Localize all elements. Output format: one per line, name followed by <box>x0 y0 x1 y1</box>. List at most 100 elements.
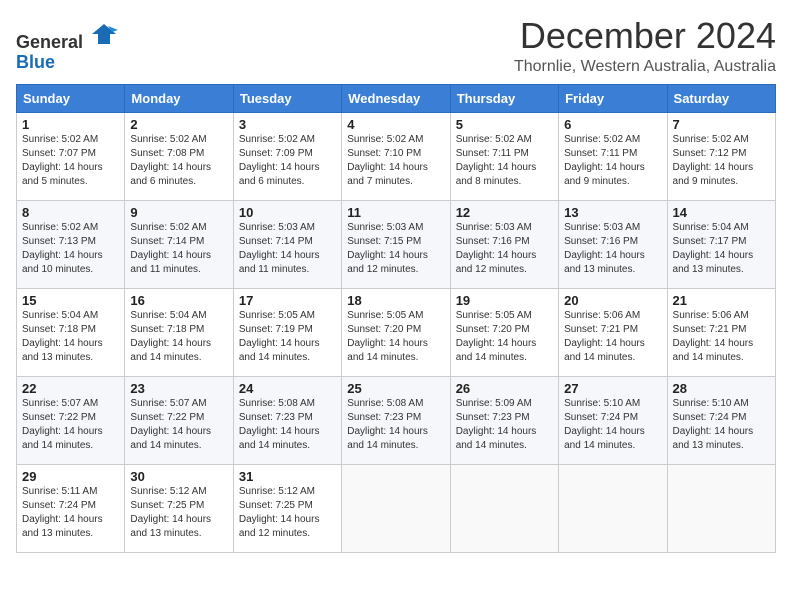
day-number: 9 <box>130 205 227 220</box>
day-number: 19 <box>456 293 553 308</box>
col-header-sunday: Sunday <box>17 84 125 112</box>
day-number: 11 <box>347 205 444 220</box>
day-info: Sunrise: 5:02 AMSunset: 7:07 PMDaylight:… <box>22 134 103 187</box>
calendar-cell <box>667 464 775 552</box>
day-info: Sunrise: 5:10 AMSunset: 7:24 PMDaylight:… <box>673 398 754 451</box>
day-info: Sunrise: 5:03 AMSunset: 7:16 PMDaylight:… <box>564 222 645 275</box>
calendar-cell: 18 Sunrise: 5:05 AMSunset: 7:20 PMDaylig… <box>342 288 450 376</box>
calendar-cell: 23 Sunrise: 5:07 AMSunset: 7:22 PMDaylig… <box>125 376 233 464</box>
day-number: 14 <box>673 205 770 220</box>
col-header-tuesday: Tuesday <box>233 84 341 112</box>
calendar-cell <box>450 464 558 552</box>
location-title: Thornlie, Western Australia, Australia <box>514 58 776 76</box>
day-info: Sunrise: 5:02 AMSunset: 7:14 PMDaylight:… <box>130 222 211 275</box>
calendar-cell: 20 Sunrise: 5:06 AMSunset: 7:21 PMDaylig… <box>559 288 667 376</box>
logo-blue: Blue <box>16 52 55 72</box>
day-info: Sunrise: 5:03 AMSunset: 7:14 PMDaylight:… <box>239 222 320 275</box>
day-number: 28 <box>673 381 770 396</box>
calendar-week-row: 8 Sunrise: 5:02 AMSunset: 7:13 PMDayligh… <box>17 200 776 288</box>
calendar-cell: 11 Sunrise: 5:03 AMSunset: 7:15 PMDaylig… <box>342 200 450 288</box>
month-title: December 2024 <box>514 16 776 56</box>
day-number: 22 <box>22 381 119 396</box>
day-number: 17 <box>239 293 336 308</box>
day-info: Sunrise: 5:08 AMSunset: 7:23 PMDaylight:… <box>347 398 428 451</box>
day-info: Sunrise: 5:04 AMSunset: 7:18 PMDaylight:… <box>22 310 103 363</box>
col-header-monday: Monday <box>125 84 233 112</box>
calendar-cell: 31 Sunrise: 5:12 AMSunset: 7:25 PMDaylig… <box>233 464 341 552</box>
day-number: 23 <box>130 381 227 396</box>
day-number: 6 <box>564 117 661 132</box>
calendar-cell: 16 Sunrise: 5:04 AMSunset: 7:18 PMDaylig… <box>125 288 233 376</box>
day-info: Sunrise: 5:10 AMSunset: 7:24 PMDaylight:… <box>564 398 645 451</box>
logo-text: General Blue <box>16 20 118 73</box>
day-number: 25 <box>347 381 444 396</box>
day-number: 20 <box>564 293 661 308</box>
calendar-table: SundayMondayTuesdayWednesdayThursdayFrid… <box>16 84 776 553</box>
day-info: Sunrise: 5:02 AMSunset: 7:08 PMDaylight:… <box>130 134 211 187</box>
calendar-cell: 9 Sunrise: 5:02 AMSunset: 7:14 PMDayligh… <box>125 200 233 288</box>
logo-general: General <box>16 32 83 52</box>
day-number: 29 <box>22 469 119 484</box>
day-info: Sunrise: 5:11 AMSunset: 7:24 PMDaylight:… <box>22 486 103 539</box>
calendar-cell: 15 Sunrise: 5:04 AMSunset: 7:18 PMDaylig… <box>17 288 125 376</box>
day-info: Sunrise: 5:03 AMSunset: 7:15 PMDaylight:… <box>347 222 428 275</box>
calendar-week-row: 29 Sunrise: 5:11 AMSunset: 7:24 PMDaylig… <box>17 464 776 552</box>
calendar-cell: 25 Sunrise: 5:08 AMSunset: 7:23 PMDaylig… <box>342 376 450 464</box>
calendar-cell <box>342 464 450 552</box>
calendar-cell <box>559 464 667 552</box>
calendar-week-row: 22 Sunrise: 5:07 AMSunset: 7:22 PMDaylig… <box>17 376 776 464</box>
day-info: Sunrise: 5:07 AMSunset: 7:22 PMDaylight:… <box>22 398 103 451</box>
day-number: 15 <box>22 293 119 308</box>
day-number: 18 <box>347 293 444 308</box>
day-info: Sunrise: 5:09 AMSunset: 7:23 PMDaylight:… <box>456 398 537 451</box>
calendar-cell: 3 Sunrise: 5:02 AMSunset: 7:09 PMDayligh… <box>233 112 341 200</box>
calendar-cell: 19 Sunrise: 5:05 AMSunset: 7:20 PMDaylig… <box>450 288 558 376</box>
calendar-cell: 6 Sunrise: 5:02 AMSunset: 7:11 PMDayligh… <box>559 112 667 200</box>
calendar-cell: 22 Sunrise: 5:07 AMSunset: 7:22 PMDaylig… <box>17 376 125 464</box>
header: General Blue December 2024 Thornlie, Wes… <box>16 16 776 76</box>
day-info: Sunrise: 5:08 AMSunset: 7:23 PMDaylight:… <box>239 398 320 451</box>
day-number: 7 <box>673 117 770 132</box>
calendar-cell: 5 Sunrise: 5:02 AMSunset: 7:11 PMDayligh… <box>450 112 558 200</box>
day-number: 21 <box>673 293 770 308</box>
day-info: Sunrise: 5:02 AMSunset: 7:11 PMDaylight:… <box>456 134 537 187</box>
day-info: Sunrise: 5:02 AMSunset: 7:13 PMDaylight:… <box>22 222 103 275</box>
calendar-cell: 17 Sunrise: 5:05 AMSunset: 7:19 PMDaylig… <box>233 288 341 376</box>
calendar-cell: 26 Sunrise: 5:09 AMSunset: 7:23 PMDaylig… <box>450 376 558 464</box>
calendar-cell: 30 Sunrise: 5:12 AMSunset: 7:25 PMDaylig… <box>125 464 233 552</box>
day-info: Sunrise: 5:06 AMSunset: 7:21 PMDaylight:… <box>564 310 645 363</box>
day-number: 3 <box>239 117 336 132</box>
calendar-cell: 12 Sunrise: 5:03 AMSunset: 7:16 PMDaylig… <box>450 200 558 288</box>
calendar-cell: 4 Sunrise: 5:02 AMSunset: 7:10 PMDayligh… <box>342 112 450 200</box>
day-info: Sunrise: 5:04 AMSunset: 7:18 PMDaylight:… <box>130 310 211 363</box>
day-info: Sunrise: 5:12 AMSunset: 7:25 PMDaylight:… <box>239 486 320 539</box>
day-info: Sunrise: 5:02 AMSunset: 7:12 PMDaylight:… <box>673 134 754 187</box>
calendar-cell: 29 Sunrise: 5:11 AMSunset: 7:24 PMDaylig… <box>17 464 125 552</box>
day-info: Sunrise: 5:05 AMSunset: 7:19 PMDaylight:… <box>239 310 320 363</box>
day-info: Sunrise: 5:02 AMSunset: 7:10 PMDaylight:… <box>347 134 428 187</box>
day-number: 24 <box>239 381 336 396</box>
day-info: Sunrise: 5:03 AMSunset: 7:16 PMDaylight:… <box>456 222 537 275</box>
title-area: December 2024 Thornlie, Western Australi… <box>514 16 776 76</box>
day-info: Sunrise: 5:06 AMSunset: 7:21 PMDaylight:… <box>673 310 754 363</box>
calendar-cell: 10 Sunrise: 5:03 AMSunset: 7:14 PMDaylig… <box>233 200 341 288</box>
calendar-cell: 24 Sunrise: 5:08 AMSunset: 7:23 PMDaylig… <box>233 376 341 464</box>
day-info: Sunrise: 5:02 AMSunset: 7:09 PMDaylight:… <box>239 134 320 187</box>
day-number: 16 <box>130 293 227 308</box>
calendar-cell: 28 Sunrise: 5:10 AMSunset: 7:24 PMDaylig… <box>667 376 775 464</box>
calendar-week-row: 15 Sunrise: 5:04 AMSunset: 7:18 PMDaylig… <box>17 288 776 376</box>
day-info: Sunrise: 5:04 AMSunset: 7:17 PMDaylight:… <box>673 222 754 275</box>
day-number: 2 <box>130 117 227 132</box>
day-number: 13 <box>564 205 661 220</box>
day-info: Sunrise: 5:07 AMSunset: 7:22 PMDaylight:… <box>130 398 211 451</box>
calendar-cell: 13 Sunrise: 5:03 AMSunset: 7:16 PMDaylig… <box>559 200 667 288</box>
day-number: 31 <box>239 469 336 484</box>
day-number: 27 <box>564 381 661 396</box>
day-number: 5 <box>456 117 553 132</box>
day-number: 1 <box>22 117 119 132</box>
calendar-cell: 1 Sunrise: 5:02 AMSunset: 7:07 PMDayligh… <box>17 112 125 200</box>
day-number: 26 <box>456 381 553 396</box>
calendar-cell: 8 Sunrise: 5:02 AMSunset: 7:13 PMDayligh… <box>17 200 125 288</box>
calendar-week-row: 1 Sunrise: 5:02 AMSunset: 7:07 PMDayligh… <box>17 112 776 200</box>
day-number: 4 <box>347 117 444 132</box>
